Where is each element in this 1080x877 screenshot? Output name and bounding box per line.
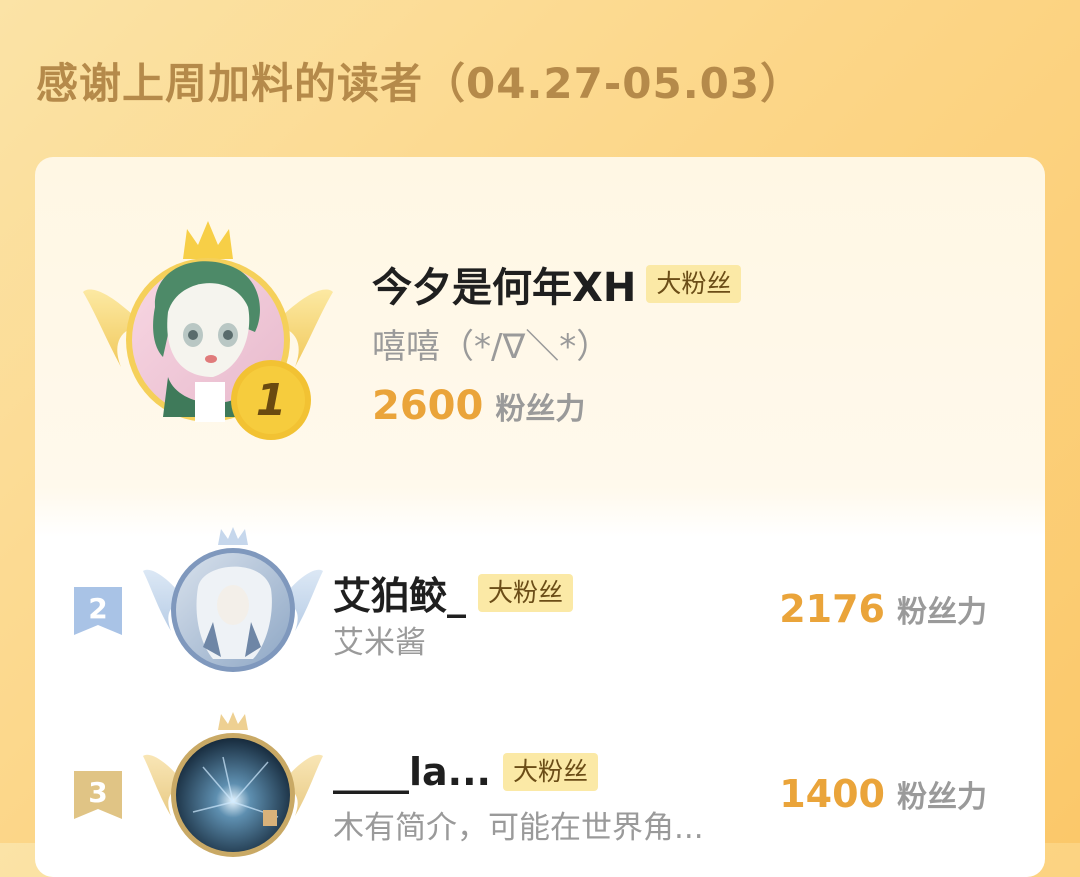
- fan-power-value: 2176: [779, 587, 885, 631]
- fan-power-unit: 粉丝力: [897, 780, 987, 815]
- fan-level-badge: 大粉丝: [646, 265, 742, 303]
- fan-power: 2176 粉丝力: [779, 587, 987, 631]
- user-bio: 嘻嘻（*/∇＼*）: [372, 327, 611, 367]
- page-title: 感谢上周加料的读者（04.27-05.03）: [36, 59, 804, 108]
- fan-power: 2600 粉丝力: [372, 383, 585, 429]
- fan-power-value: 2600: [372, 383, 484, 429]
- ranking-card: 1 今夕是何年XH 大粉丝 嘻嘻（*/∇＼*） 2600 粉丝力 2 艾狛鲛_ …: [35, 157, 1045, 877]
- rank-number: 2: [88, 592, 107, 625]
- rank-number: 3: [88, 776, 107, 809]
- fan-level-badge: 大粉丝: [502, 753, 598, 791]
- fan-power-unit: 粉丝力: [897, 595, 987, 630]
- avatar[interactable]: [143, 527, 323, 677]
- avatar[interactable]: [143, 712, 323, 862]
- rank-medal-icon: 1: [231, 360, 311, 440]
- user-name[interactable]: ____la...: [333, 750, 491, 794]
- rank-1-avatar-badge[interactable]: 1: [83, 217, 333, 457]
- crown-icon: [218, 527, 248, 545]
- crown-icon: [183, 221, 233, 259]
- rank-2-entry[interactable]: 2 艾狛鲛_ 大粉丝 艾米酱 2176 粉丝力: [35, 527, 1045, 677]
- rank-flag-icon: 2: [74, 587, 122, 635]
- fan-power-unit: 粉丝力: [495, 392, 586, 427]
- user-bio: 艾米酱: [333, 625, 426, 661]
- fan-level-badge: 大粉丝: [478, 573, 574, 612]
- fan-power-value: 1400: [779, 772, 885, 816]
- crown-icon: [218, 712, 248, 730]
- user-name[interactable]: 艾狛鲛_: [333, 565, 466, 620]
- user-name[interactable]: 今夕是何年XH: [372, 255, 636, 313]
- fan-power: 1400 粉丝力: [779, 772, 987, 816]
- rank-number: 1: [256, 375, 287, 426]
- rank-3-entry[interactable]: 3 ____la... 大粉丝 木有简介，可能在世界角... 1400 粉丝力: [35, 712, 1045, 862]
- rank-flag-icon: 3: [74, 771, 122, 819]
- user-bio: 木有简介，可能在世界角...: [333, 810, 704, 846]
